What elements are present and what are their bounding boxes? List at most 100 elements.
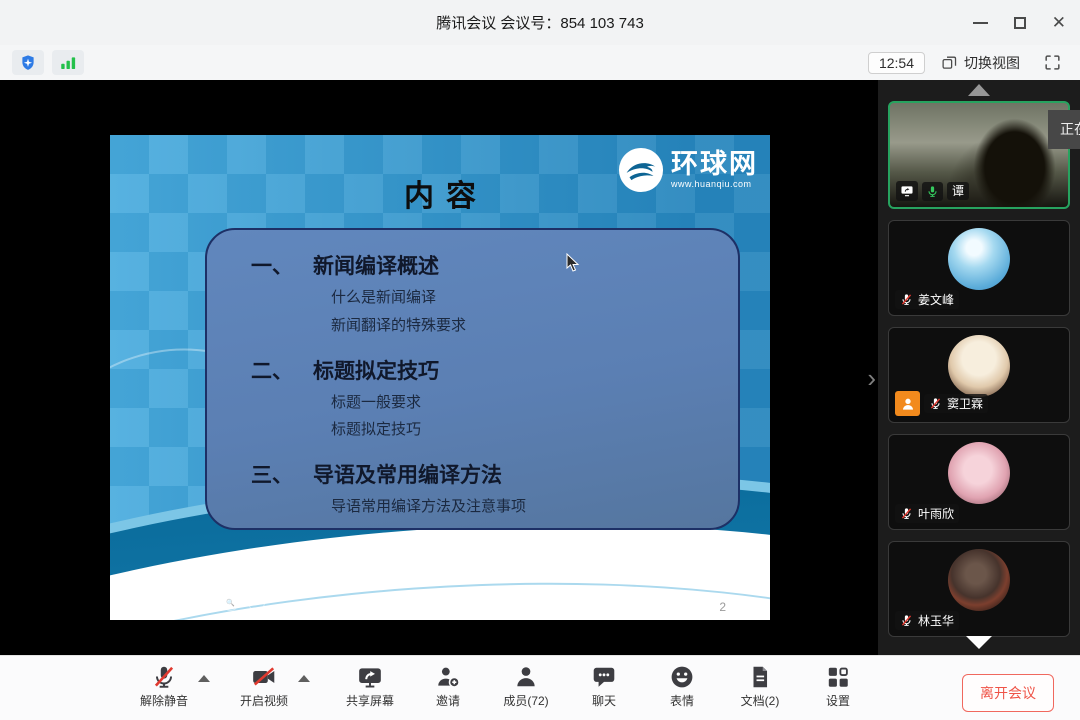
share-screen-button[interactable]: 共享屏幕	[338, 664, 402, 709]
participant-tile[interactable]: 叶雨欣	[888, 434, 1070, 530]
fullscreen-button[interactable]	[1036, 50, 1068, 75]
host-badge	[895, 391, 920, 416]
slide-zoom-icon[interactable]	[222, 594, 239, 611]
switch-view-icon	[941, 54, 958, 71]
speaking-tooltip: 正在	[1048, 110, 1080, 149]
section-items: 标题一般要求 标题拟定技巧	[331, 389, 728, 445]
docs-label: 文档(2)	[741, 692, 780, 709]
close-icon[interactable]: ✕	[1052, 14, 1066, 31]
section-title: 导语及常用编译方法	[313, 459, 502, 489]
slide-page-number: 2	[719, 600, 726, 614]
slideshow-controls	[118, 594, 265, 611]
network-signal-button[interactable]	[52, 50, 84, 75]
participant-name: 林玉华	[895, 611, 959, 630]
mic-muted-icon	[929, 397, 942, 410]
section-heading: 一、 新闻编译概述	[251, 250, 728, 280]
section-title: 标题拟定技巧	[313, 355, 439, 385]
section-heading: 二、 标题拟定技巧	[251, 355, 728, 385]
participant-name: 窦卫霖	[924, 394, 988, 413]
slide-more-icon[interactable]	[248, 594, 265, 611]
window-title: 腾讯会议 会议号：854 103 743	[436, 12, 644, 33]
section-number: 二、	[251, 355, 293, 385]
unmute-label: 解除静音	[140, 692, 188, 709]
participant-badges: 窦卫霖	[895, 391, 988, 416]
mouse-cursor	[565, 253, 581, 273]
participant-badges: 林玉华	[895, 611, 959, 630]
fullscreen-icon	[1043, 53, 1062, 72]
participant-name-text: 林玉华	[918, 615, 954, 627]
slide-pen-icon[interactable]	[170, 594, 187, 611]
chat-button[interactable]: 聊天	[572, 664, 636, 709]
sidebar-collapse-handle[interactable]: ›	[867, 365, 876, 391]
huanqiu-logo-text: 环球网 www.huanqiu.com	[671, 151, 758, 189]
mic-muted-icon	[900, 614, 913, 627]
participant-tile[interactable]: 窦卫霖	[888, 327, 1070, 423]
share-screen-icon	[357, 664, 383, 690]
start-video-button[interactable]: 开启视频	[232, 664, 296, 709]
slide-section-2: 二、 标题拟定技巧 标题一般要求 标题拟定技巧	[251, 355, 728, 445]
mic-muted-icon	[900, 293, 913, 306]
participant-tile-video[interactable]: 谭	[888, 101, 1070, 209]
scroll-down-icon[interactable]	[966, 636, 992, 649]
huanqiu-logo: 环球网 www.huanqiu.com	[618, 147, 758, 193]
mic-muted-icon	[151, 664, 177, 690]
section-items: 什么是新闻编译 新闻翻译的特殊要求	[331, 284, 728, 340]
participant-tiles: 谭 姜文峰	[888, 101, 1070, 637]
settings-button[interactable]: 设置	[806, 664, 870, 709]
mic-on-badge	[922, 182, 943, 201]
participant-tile[interactable]: 姜文峰	[888, 220, 1070, 316]
participant-name-text: 窦卫霖	[947, 398, 983, 410]
slide-prev-icon[interactable]	[118, 594, 135, 611]
window-controls: ✕	[973, 0, 1066, 45]
bottom-toolbar: 解除静音 开启视频 共享屏幕 邀请 成员(72) 聊天	[0, 655, 1080, 720]
titlebar: 腾讯会议 会议号：854 103 743 ✕	[0, 0, 1080, 45]
logo-url: www.huanqiu.com	[671, 180, 758, 189]
statusbar: 12:54 切换视图	[0, 45, 1080, 80]
emoji-label: 表情	[670, 692, 694, 709]
section-item: 标题拟定技巧	[331, 416, 728, 444]
meeting-window: 腾讯会议 会议号：854 103 743 ✕ 12:54 切换视图	[0, 0, 1080, 720]
leave-meeting-button[interactable]: 离开会议	[962, 674, 1054, 712]
chat-label: 聊天	[592, 692, 616, 709]
maximize-icon[interactable]	[1014, 17, 1026, 29]
invite-icon	[435, 664, 461, 690]
audio-options-caret[interactable]	[198, 675, 210, 682]
avatar	[948, 335, 1010, 397]
unmute-button[interactable]: 解除静音	[132, 664, 196, 709]
participant-tile[interactable]: 林玉华	[888, 541, 1070, 637]
avatar	[948, 549, 1010, 611]
sharing-badge	[896, 181, 918, 201]
logo-name: 环球网	[671, 151, 758, 178]
switch-view-label: 切换视图	[964, 53, 1020, 73]
mic-muted-icon	[900, 507, 913, 520]
slide-overview-icon[interactable]	[196, 594, 213, 611]
slide-content-box: 一、 新闻编译概述 什么是新闻编译 新闻翻译的特殊要求 二、 标题拟定技巧	[205, 228, 740, 530]
section-title: 新闻编译概述	[313, 250, 439, 280]
participant-badges: 叶雨欣	[895, 504, 959, 523]
avatar	[948, 228, 1010, 290]
docs-icon	[747, 664, 773, 690]
invite-label: 邀请	[436, 692, 460, 709]
switch-view-button[interactable]: 切换视图	[933, 50, 1028, 76]
security-shield-button[interactable]	[12, 50, 44, 75]
participant-badges: 谭	[896, 181, 969, 201]
members-button[interactable]: 成员(72)	[494, 664, 558, 709]
section-number: 一、	[251, 250, 293, 280]
participant-name-text: 谭	[952, 185, 964, 197]
start-video-label: 开启视频	[240, 692, 288, 709]
minimize-icon[interactable]	[973, 22, 988, 24]
slide-next-icon[interactable]	[144, 594, 161, 611]
scroll-up-icon[interactable]	[968, 84, 990, 96]
emoji-button[interactable]: 表情	[650, 664, 714, 709]
shield-icon	[19, 54, 37, 72]
share-screen-label: 共享屏幕	[346, 692, 394, 709]
huanqiu-logo-icon	[618, 147, 664, 193]
members-icon	[513, 664, 539, 690]
participant-name-text: 叶雨欣	[918, 508, 954, 520]
members-label: 成员(72)	[503, 692, 548, 709]
docs-button[interactable]: 文档(2)	[728, 664, 792, 709]
participant-badges: 姜文峰	[895, 290, 959, 309]
participant-name: 姜文峰	[895, 290, 959, 309]
video-options-caret[interactable]	[298, 675, 310, 682]
invite-button[interactable]: 邀请	[416, 664, 480, 709]
